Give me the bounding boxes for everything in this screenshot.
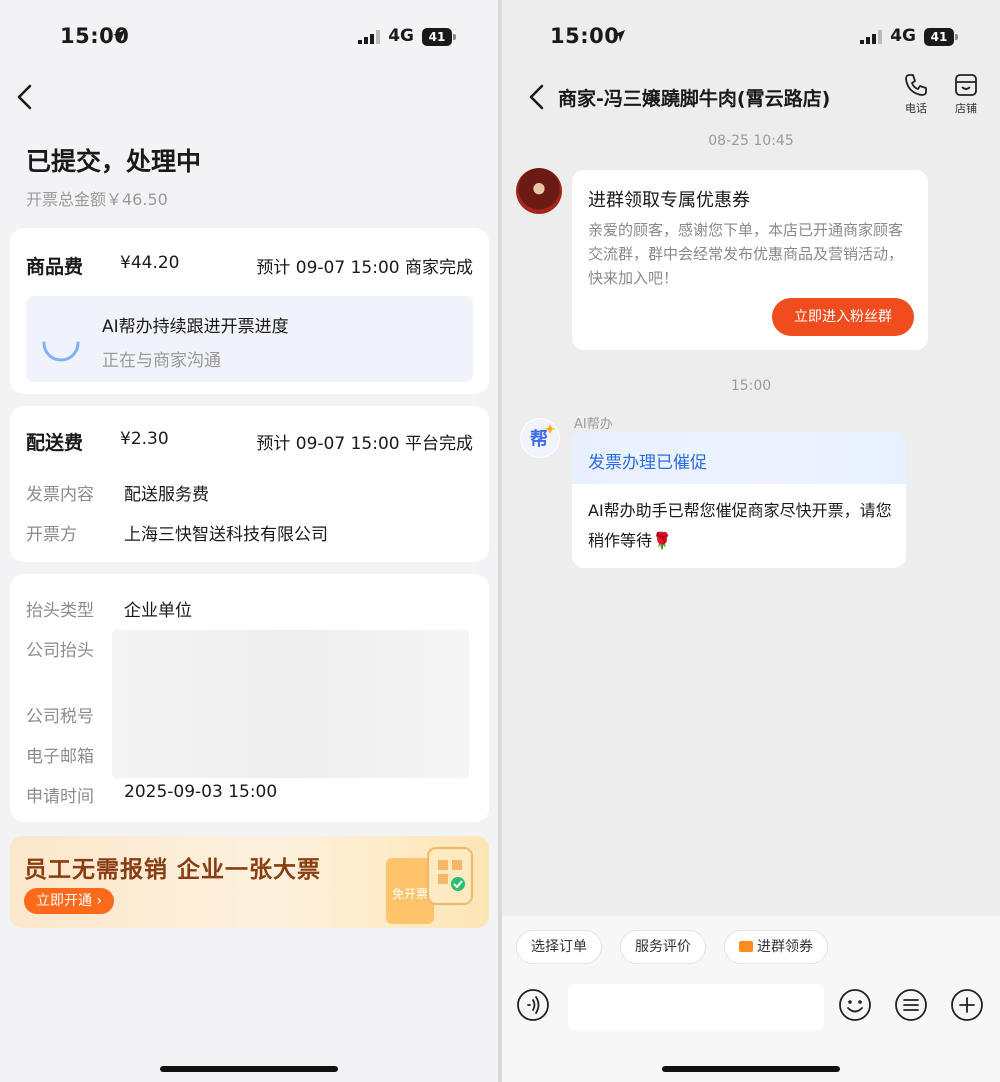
store-label: 店铺 (955, 102, 977, 115)
voice-icon[interactable] (516, 988, 550, 1022)
promo-title: 进群领取专属优惠券 (588, 190, 750, 211)
invoice-content-label: 发票内容 (26, 485, 94, 505)
apply-time-label: 申请时间 (26, 787, 94, 807)
invoice-header-card: 抬头类型 企业单位 公司抬头 公司税号 电子邮箱 申请时间 2025-09-03… (10, 574, 489, 822)
join-group-coupon-label: 进群领券 (757, 939, 813, 955)
tax-id-label: 公司税号 (26, 707, 94, 727)
message-input[interactable] (568, 984, 824, 1030)
fee-name: 配送费 (26, 432, 84, 454)
ai-progress-box: AI帮办持续跟进开票进度 正在与商家沟通 (26, 296, 473, 382)
invoice-total: 开票总金额￥46.50 (26, 190, 168, 209)
status-bar: 15:00 4G 41 (0, 20, 498, 54)
location-arrow-icon (613, 30, 625, 42)
issuer-value: 上海三快智送科技有限公司 (124, 525, 328, 545)
merchant-avatar[interactable] (516, 168, 562, 214)
battery-level: 41 (924, 28, 954, 46)
page-title: 已提交，处理中 (26, 147, 202, 176)
network-type: 4G (890, 26, 916, 46)
chat-header: 商家-冯三嬢蹺脚牛肉(霄云路店) 电话 店铺 (502, 70, 1000, 124)
invoice-status-screen: 15:00 4G 41 已提交，处理中 开票总金额￥46.50 商品费 ¥44.… (0, 0, 498, 1082)
banner-text: 员工无需报销 企业一张大票 (24, 857, 322, 883)
status-time: 15:00 (550, 24, 620, 48)
email-label: 电子邮箱 (26, 747, 94, 767)
activate-now-button[interactable]: 立即开通 › (24, 888, 115, 914)
join-group-coupon-chip[interactable]: 进群领券 (724, 930, 828, 964)
phone-label: 电话 (905, 102, 927, 115)
ai-helper-icon: 帮 (521, 419, 559, 457)
fee-amount: ¥2.30 (120, 429, 169, 449)
coupon-icon (739, 941, 753, 952)
select-order-chip[interactable]: 选择订单 (516, 930, 602, 964)
merchant-chat-screen: 15:00 4G 41 商家-冯三嬢蹺脚牛肉(霄云路店) 电话 店铺 08-25… (502, 0, 1000, 1082)
service-review-chip[interactable]: 服务评价 (620, 930, 706, 964)
shop-name: 商家-冯三嬢蹺脚牛肉(霄云路店) (558, 88, 831, 110)
invoice-content-value: 配送服务费 (124, 485, 209, 505)
back-icon[interactable] (14, 84, 36, 110)
emoji-icon[interactable] (838, 988, 872, 1022)
home-indicator (662, 1066, 840, 1072)
ai-avatar-text: 帮 (530, 428, 548, 450)
ai-assistant-avatar: 帮 (520, 418, 560, 458)
loading-spinner-icon (42, 341, 80, 362)
signal-icon (358, 30, 380, 44)
header-type-label: 抬头类型 (26, 601, 94, 621)
enterprise-invoice-banner[interactable]: 员工无需报销 企业一张大票 立即开通 › 免开票 (10, 836, 489, 928)
battery-icon: 41 (422, 28, 456, 46)
message-timestamp: 15:00 (730, 378, 772, 394)
location-arrow-icon (113, 30, 125, 42)
battery-icon: 41 (924, 28, 958, 46)
ai-reminder-message: 发票办理已催促 AI帮办助手已帮您催促商家尽快开票，请您稍作等待🌹 (572, 432, 906, 568)
header-type-value: 企业单位 (124, 601, 192, 621)
quick-menu-icon[interactable] (894, 988, 928, 1022)
ai-progress-status: 正在与商家沟通 (102, 351, 221, 371)
fee-amount: ¥44.20 (120, 253, 180, 273)
store-icon (955, 74, 977, 96)
store-button[interactable]: 店铺 (948, 72, 984, 116)
invoice-illustration-icon: 免开票 (386, 847, 473, 924)
phone-icon (905, 74, 927, 96)
battery-level: 41 (422, 28, 452, 46)
fee-eta: 预计 09-07 15:00 平台完成 (256, 434, 473, 454)
status-bar: 15:00 4G 41 (502, 20, 1000, 54)
message-timestamp: 08-25 10:45 (708, 133, 794, 149)
fee-name: 商品费 (26, 256, 84, 278)
ai-message-title: 发票办理已催促 (588, 453, 707, 473)
redacted-info (112, 630, 469, 778)
back-icon[interactable] (526, 84, 548, 110)
art-label: 免开票 (392, 886, 428, 901)
ai-message-body: AI帮办助手已帮您催促商家尽快开票，请您稍作等待🌹 (588, 501, 892, 550)
ai-sender-name: AI帮办 (574, 417, 613, 432)
promo-text: 亲爱的顾客，感谢您下单，本店已开通商家顾客交流群，群中会经常发布优惠商品及营销活… (588, 221, 904, 287)
apply-time-value: 2025-09-03 15:00 (124, 782, 278, 802)
phone-button[interactable]: 电话 (898, 72, 934, 116)
signal-icon (860, 30, 882, 44)
delivery-fee-card: 配送费 ¥2.30 预计 09-07 15:00 平台完成 发票内容 配送服务费… (10, 406, 489, 562)
fee-eta: 预计 09-07 15:00 商家完成 (256, 258, 473, 278)
goods-fee-card: 商品费 ¥44.20 预计 09-07 15:00 商家完成 AI帮办持续跟进开… (10, 228, 489, 394)
join-fan-group-button[interactable]: 立即进入粉丝群 (772, 298, 914, 336)
network-type: 4G (388, 26, 414, 46)
home-indicator (160, 1066, 338, 1072)
promo-message: 进群领取专属优惠券 亲爱的顾客，感谢您下单，本店已开通商家顾客交流群，群中会经常… (572, 170, 928, 350)
add-icon[interactable] (950, 988, 984, 1022)
ai-progress-title: AI帮办持续跟进开票进度 (102, 317, 289, 337)
company-title-label: 公司抬头 (26, 641, 94, 661)
issuer-label: 开票方 (26, 525, 77, 545)
